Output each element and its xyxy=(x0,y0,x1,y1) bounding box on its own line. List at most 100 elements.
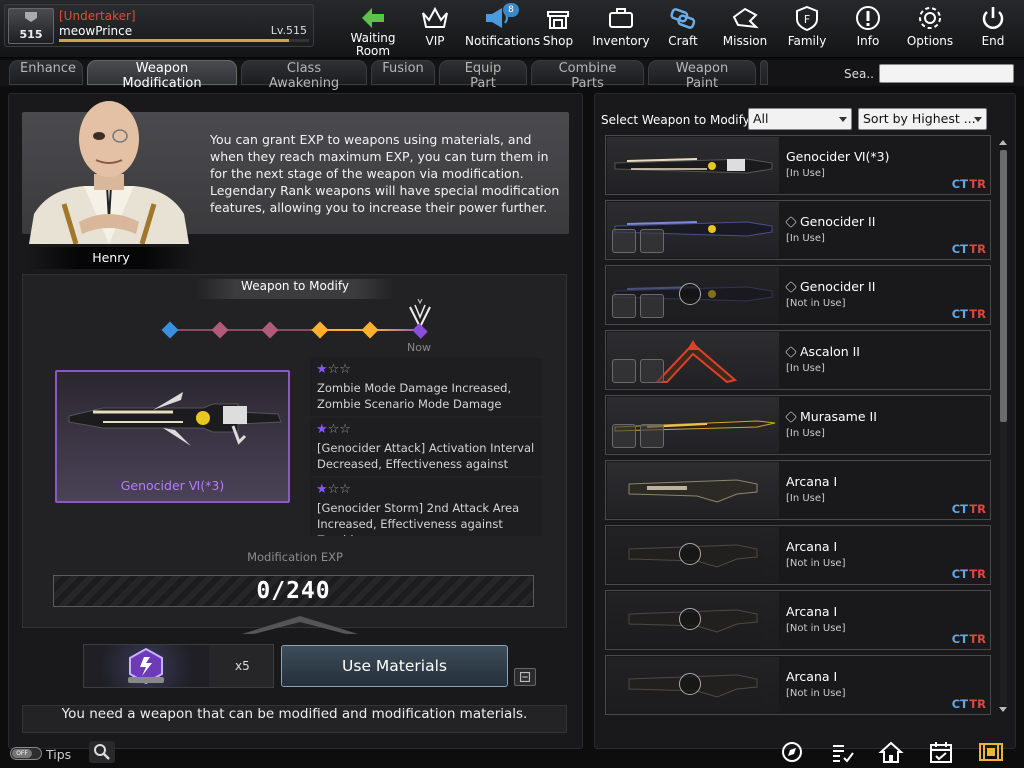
nav-inventory-label: Inventory xyxy=(592,34,650,48)
nav-info[interactable]: Info xyxy=(836,3,900,53)
sort-dropdown[interactable]: Sort by Highest ... xyxy=(858,108,987,130)
weapon-list-item[interactable]: Ascalon II [In Use] xyxy=(605,330,991,390)
tips-toggle[interactable]: OFF xyxy=(10,747,42,760)
material-count: x5 xyxy=(235,659,250,673)
tab-combine-parts[interactable]: Combine Parts xyxy=(531,60,644,91)
lock-icon xyxy=(679,673,701,695)
modified-hex-icon xyxy=(784,410,798,424)
weapon-list-item[interactable]: Arcana I [Not in Use] CT TR xyxy=(605,590,991,650)
compass-icon[interactable] xyxy=(779,740,805,764)
weapon-to-modify-title: Weapon to Modify xyxy=(196,279,394,299)
tab-fusion[interactable]: Fusion xyxy=(371,60,435,85)
scroll-down-arrow-icon[interactable] xyxy=(999,707,1007,712)
modification-exp-value: 0/240 xyxy=(256,578,331,604)
weapon-name: Arcana I xyxy=(786,604,838,619)
rank-emblem-icon xyxy=(25,12,37,22)
nav-end-label: End xyxy=(981,34,1005,48)
exp-bar xyxy=(59,39,309,42)
crown-icon xyxy=(422,6,448,28)
modification-notice: You need a weapon that can be modified a… xyxy=(22,705,567,733)
ct-label: CT xyxy=(951,307,968,321)
nav-notifications[interactable]: 8 Notifications xyxy=(465,3,541,53)
npc-henry-portrait xyxy=(29,101,189,244)
tab-enhance[interactable]: Enhance xyxy=(9,60,83,85)
nav-craft[interactable]: Craft xyxy=(651,3,715,53)
tr-label: TR xyxy=(969,307,986,321)
nav-vip[interactable]: VIP xyxy=(403,3,467,53)
npc-message: You can grant EXP to weapons using mater… xyxy=(210,132,560,215)
weapon-list-item[interactable]: Arcana I [Not in Use] CT TR xyxy=(605,525,991,585)
weapon-name: Murasame II xyxy=(784,409,877,424)
ct-label: CT xyxy=(951,242,968,256)
player-profile[interactable]: 515 [Undertaker] meowPrince Lv.515 xyxy=(4,4,314,47)
tr-label: TR xyxy=(969,502,986,516)
family-shield-icon: F xyxy=(796,5,818,32)
selected-weapon-card[interactable]: Genocider Ⅵ(*3) xyxy=(55,370,290,503)
calendar-icon[interactable] xyxy=(928,740,954,764)
nav-end[interactable]: End xyxy=(961,3,1024,53)
weapon-status: [In Use] xyxy=(786,233,825,244)
player-level: Lv.515 xyxy=(270,24,307,37)
part-slot xyxy=(612,294,636,318)
info-icon xyxy=(856,6,880,30)
modification-effect-2: ★☆☆ [Genocider Attack] Activation Interv… xyxy=(310,418,542,476)
genocider-thumbnail xyxy=(607,137,779,193)
nav-waiting-room-label: Waiting Room xyxy=(350,31,396,58)
tab-equip-part[interactable]: Equip Part xyxy=(439,60,527,91)
weapon-name: Arcana I xyxy=(786,669,838,684)
filter-dropdown[interactable]: All xyxy=(748,108,852,130)
home-icon[interactable] xyxy=(878,740,904,764)
nav-shop[interactable]: Shop xyxy=(526,3,590,53)
weapon-list-item[interactable]: Murasame II [In Use] xyxy=(605,395,991,455)
nav-mission[interactable]: Mission xyxy=(713,3,777,53)
tr-label: TR xyxy=(969,632,986,646)
tab-weapon-paint[interactable]: Weapon Paint xyxy=(648,60,756,91)
scroll-up-arrow-icon[interactable] xyxy=(999,140,1007,145)
search-input[interactable] xyxy=(879,64,1014,83)
nav-family-label: Family xyxy=(787,34,827,48)
part-slot xyxy=(612,229,636,253)
weapon-list-item[interactable]: Genocider Ⅵ(*3) [In Use] CT TR xyxy=(605,135,991,195)
weapon-status: [Not in Use] xyxy=(786,298,846,309)
tr-label: TR xyxy=(969,242,986,256)
nav-inventory[interactable]: Inventory xyxy=(589,3,653,53)
part-slot xyxy=(640,229,664,253)
film-icon[interactable] xyxy=(978,740,1004,764)
use-materials-button[interactable]: Use Materials xyxy=(281,645,508,687)
part-slot xyxy=(640,424,664,448)
weapon-name: Genocider II xyxy=(784,279,876,294)
modification-effect-3: ★☆☆ [Genocider Storm] 2nd Attack Area In… xyxy=(310,478,542,536)
nav-family[interactable]: F Family xyxy=(775,3,839,53)
tab-overflow[interactable] xyxy=(760,60,768,85)
material-list-button[interactable] xyxy=(514,668,536,686)
lock-icon xyxy=(679,283,701,305)
nav-options-label: Options xyxy=(906,34,954,48)
weapon-name: Ascalon II xyxy=(784,344,860,359)
modification-exp-bar: 0/240 xyxy=(53,575,534,607)
weapon-list-item[interactable]: Genocider II [Not in Use] CT TR xyxy=(605,265,991,325)
effect-2-stars: ★☆☆ xyxy=(316,422,351,437)
magnifier-button[interactable] xyxy=(89,741,115,763)
nav-notifications-label: Notifications xyxy=(465,34,541,48)
nav-waiting-room[interactable]: Waiting Room xyxy=(341,3,405,58)
ct-label: CT xyxy=(951,632,968,646)
nav-craft-label: Craft xyxy=(668,34,698,48)
sort-dropdown-value: Sort by Highest ... xyxy=(863,111,976,126)
checklist-icon[interactable] xyxy=(830,740,856,764)
weapon-list-scroll-thumb[interactable] xyxy=(1000,150,1007,422)
weapon-list-item[interactable]: Genocider II [In Use] CT TR xyxy=(605,200,991,260)
nav-options[interactable]: Options xyxy=(898,3,962,53)
chevron-down-icon xyxy=(974,117,982,122)
weapon-name: Genocider Ⅵ(*3) xyxy=(786,149,890,164)
lock-icon xyxy=(679,543,701,565)
tab-weapon-modification[interactable]: Weapon Modification xyxy=(87,60,237,91)
weapon-name-text: Genocider II xyxy=(800,279,876,294)
weapon-status: [In Use] xyxy=(786,168,825,179)
weapon-list-item[interactable]: Arcana I [Not in Use] CT TR xyxy=(605,655,991,715)
tips-toggle-state: OFF xyxy=(12,749,32,758)
craft-icon xyxy=(670,8,696,29)
part-slot xyxy=(640,294,664,318)
tab-class-awakening[interactable]: Class Awakening xyxy=(241,60,367,91)
effect-3-text: [Genocider Storm] 2nd Attack Area Increa… xyxy=(317,501,520,536)
weapon-list-item[interactable]: Arcana I [In Use] CT TR xyxy=(605,460,991,520)
